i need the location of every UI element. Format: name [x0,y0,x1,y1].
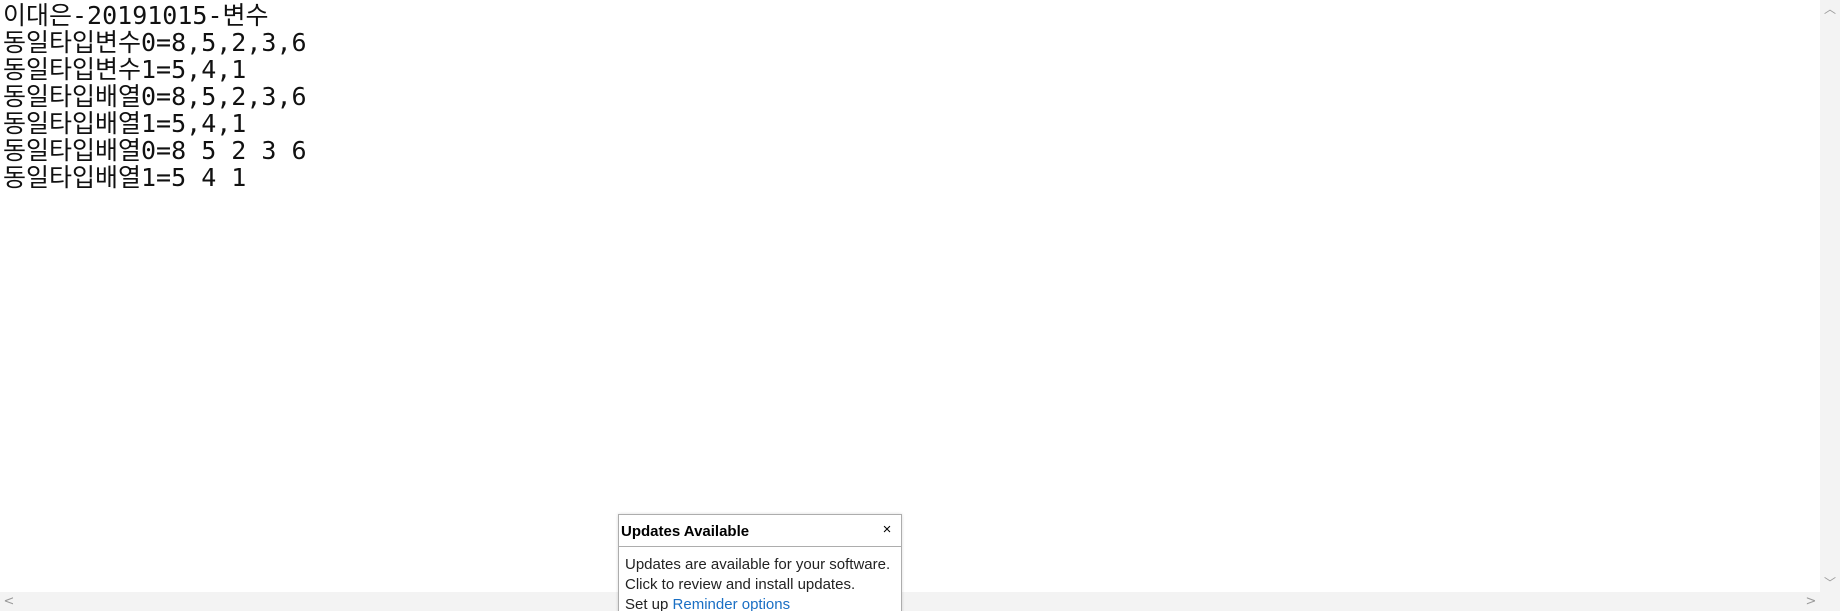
popup-setup-line: Set up Reminder options [625,595,897,611]
popup-body[interactable]: Updates are available for your software.… [625,555,897,611]
scroll-down-icon[interactable]: ﹀ [1820,574,1840,592]
scroll-right-icon[interactable]: > [1802,592,1820,611]
close-icon[interactable]: × [879,521,895,539]
editor-text-area[interactable]: 이대은-20191015-변수 동일타입변수0=8,5,2,3,6 동일타입변수… [0,0,1820,592]
reminder-options-link[interactable]: Reminder options [673,596,791,611]
popup-header: Updates Available × [619,515,901,547]
popup-message-line: Updates are available for your software. [625,556,891,573]
horizontal-scrollbar[interactable]: < > [0,592,1820,611]
text-line: 동일타입배열1=5 4 1 [3,163,247,192]
popup-message-line: Click to review and install updates. [625,576,856,593]
popup-title: Updates Available [621,523,750,540]
setup-prefix: Set up [625,596,673,611]
text-editor-window: 이대은-20191015-변수 동일타입변수0=8,5,2,3,6 동일타입변수… [0,0,1840,611]
scrollbar-corner [1820,592,1840,611]
scroll-up-icon[interactable]: ︿ [1820,0,1840,18]
vertical-scrollbar[interactable]: ︿ ﹀ [1820,0,1840,592]
scroll-left-icon[interactable]: < [0,592,18,611]
updates-notification-popup: Updates Available × Updates are availabl… [618,514,902,611]
